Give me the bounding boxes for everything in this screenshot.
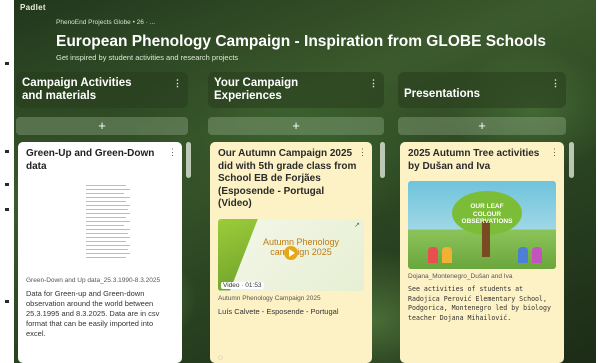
column-header-presentations[interactable]: Presentations ⋮ (398, 72, 566, 108)
comment-icon[interactable]: ◌ (218, 353, 223, 362)
breadcrumb[interactable]: PhenoEnd Projects Globe • 26 · ... (56, 19, 155, 26)
video-caption: Autumn Phenology Campaign 2025 (218, 294, 321, 302)
column-scrollbar[interactable] (186, 142, 191, 178)
column-header-experiences[interactable]: Your Campaign Experiences ⋮ (208, 72, 384, 108)
column-menu-icon[interactable]: ⋮ (369, 77, 378, 90)
post-card-greenup[interactable]: ⋮ Green-Up and Green-Down data Green-Dow… (18, 142, 182, 363)
column-scrollbar[interactable] (380, 142, 385, 178)
edge-marker (5, 150, 9, 153)
video-preview[interactable]: Autumn Phenology campaign 2025 ↗ Video ·… (218, 218, 364, 291)
child-figure (532, 247, 542, 263)
post-body: See activities of students at Radojica P… (408, 285, 551, 322)
attachment-preview[interactable] (26, 179, 174, 273)
add-post-button[interactable]: + (398, 117, 566, 135)
image-caption: Dojana_Montenegro_Dušan and Iva (408, 273, 513, 280)
brand-logo[interactable]: Padlet (20, 3, 46, 12)
post-menu-icon[interactable]: ⋮ (550, 147, 559, 158)
column-menu-icon[interactable]: ⋮ (173, 77, 182, 90)
illustration-preview[interactable]: OUR LEAF COLOUR OBSERVATIONS (408, 181, 556, 269)
edge-marker (5, 208, 9, 211)
child-figure (518, 247, 528, 263)
post-body: Data for Green-up and Green-down observa… (26, 289, 160, 338)
open-external-icon[interactable]: ↗ (354, 221, 360, 229)
column-title: Your Campaign (214, 77, 299, 89)
post-card-tree-activities[interactable]: ⋮ 2025 Autumn Tree activities by Dušan a… (400, 142, 564, 363)
edge-marker (5, 300, 9, 303)
left-edge-strip (0, 0, 14, 363)
page-title: European Phenology Campaign - Inspiratio… (56, 33, 547, 50)
illustration-sign: OUR LEAF COLOUR OBSERVATIONS (461, 203, 513, 225)
column-title: Experiences (214, 90, 282, 102)
post-menu-icon[interactable]: ⋮ (358, 147, 367, 158)
post-title: Our Autumn Campaign 2025 did with 5th gr… (218, 148, 357, 209)
video-title-overlay: Autumn Phenology campaign 2025 (262, 236, 340, 257)
edge-marker (5, 183, 9, 186)
post-footer: ◌ (210, 351, 372, 363)
post-menu-icon[interactable]: ⋮ (168, 147, 177, 158)
tree-trunk (482, 221, 490, 257)
post-title: Green-Up and Green-Down data (26, 148, 155, 172)
child-figure (442, 247, 452, 263)
add-post-button[interactable]: + (208, 117, 384, 135)
column-title: Campaign Activities (22, 77, 132, 89)
column-title: Presentations (404, 88, 481, 100)
attachment-name[interactable]: Green-Down and Up data_25.3.1990-8.3.202… (18, 273, 182, 285)
add-post-button[interactable]: + (16, 117, 188, 135)
post-body: Luís Calvete - Esposende - Portugal (218, 306, 339, 316)
padlet-board: Padlet PhenoEnd Projects Globe • 26 · ..… (14, 0, 596, 363)
post-card-autumn-campaign[interactable]: ⋮ Our Autumn Campaign 2025 did with 5th … (210, 142, 372, 363)
play-icon[interactable] (284, 245, 298, 260)
child-figure (428, 247, 438, 263)
page-subtitle: Get inspired by student activities and r… (56, 53, 239, 62)
column-scrollbar[interactable] (569, 142, 574, 178)
post-title: 2025 Autumn Tree activities by Dušan and… (408, 148, 540, 172)
column-header-activities[interactable]: Campaign Activities and materials ⋮ (16, 72, 188, 108)
column-menu-icon[interactable]: ⋮ (551, 77, 560, 90)
edge-marker (5, 62, 9, 65)
video-duration-badge: Video · 01:53 (221, 281, 264, 289)
column-title: and materials (22, 90, 97, 102)
